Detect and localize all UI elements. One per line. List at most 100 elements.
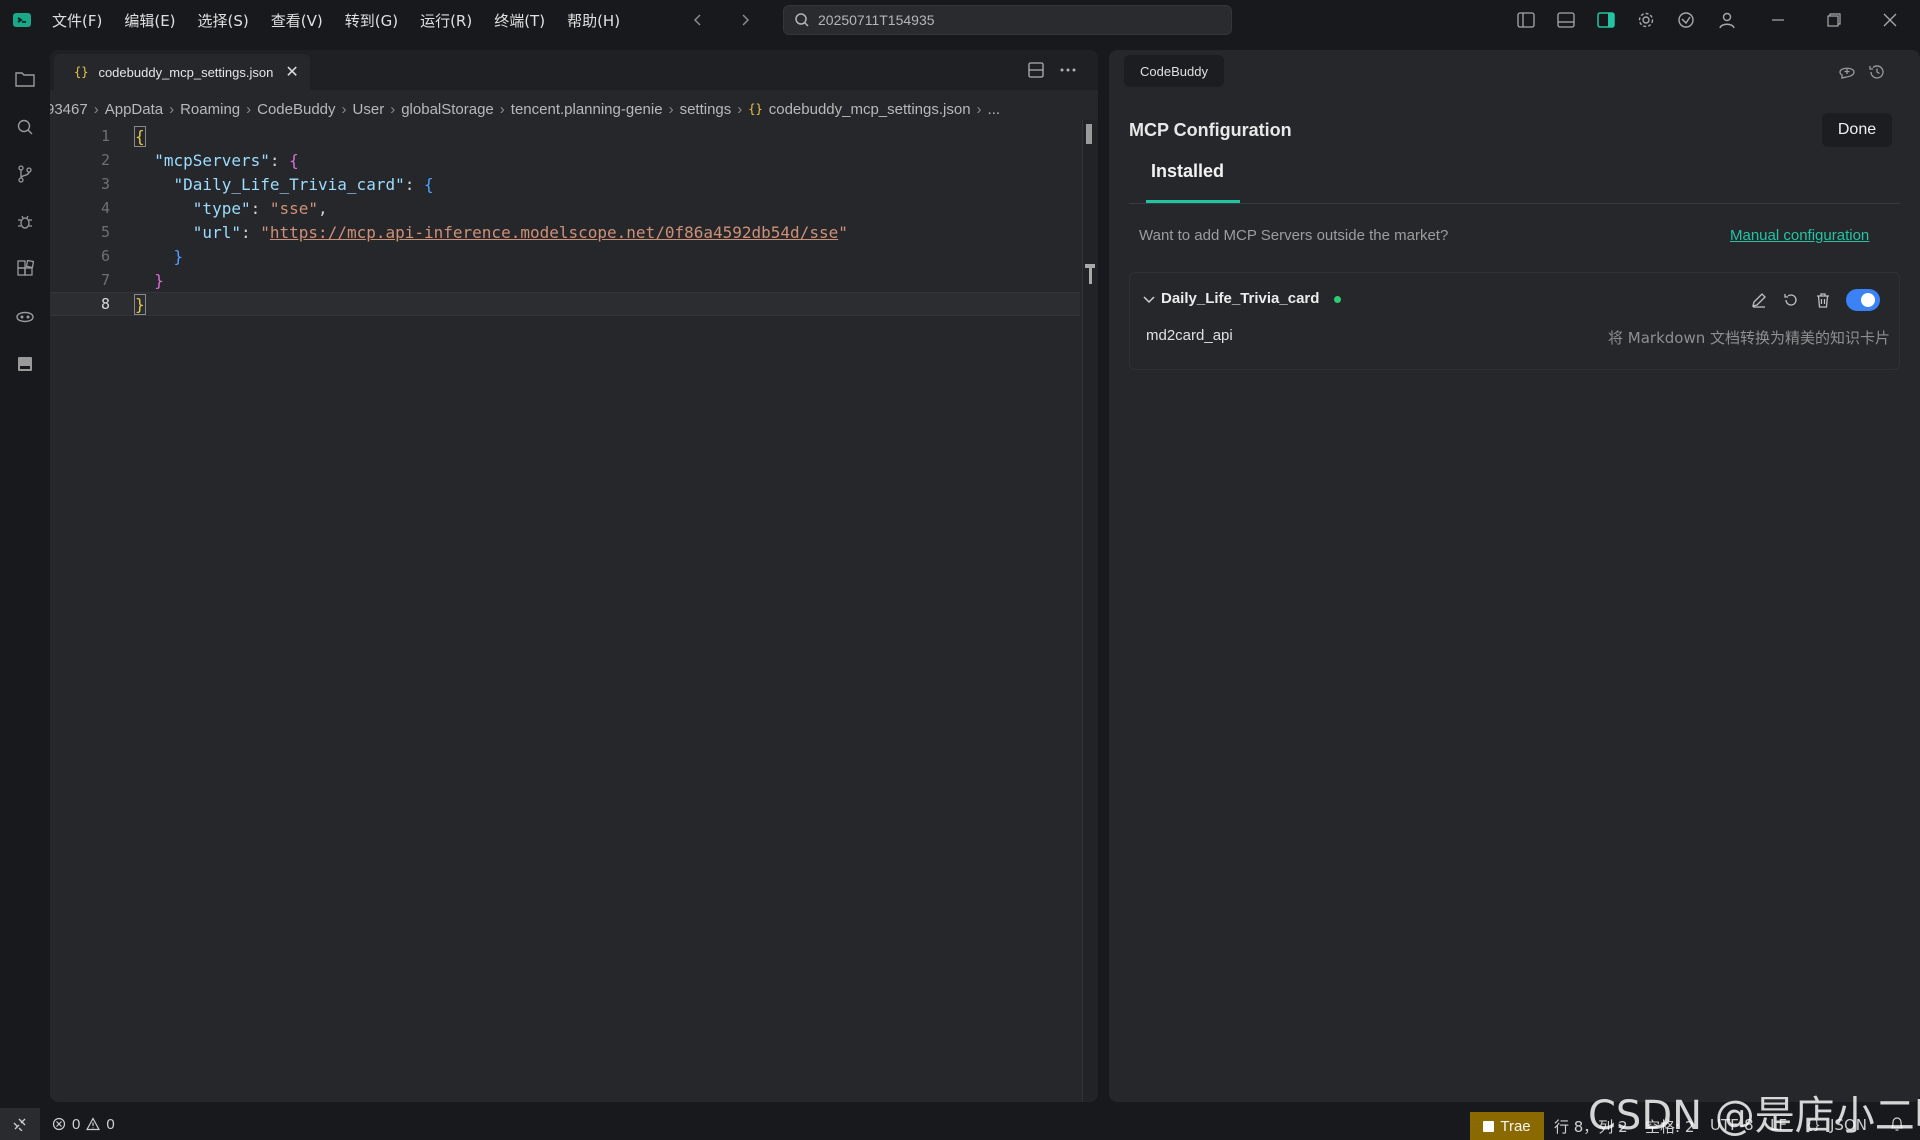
search-icon[interactable] bbox=[13, 115, 37, 139]
error-count: 0 bbox=[72, 1115, 81, 1133]
breadcrumb-item[interactable]: tencent.planning-genie bbox=[511, 101, 663, 118]
json-file-icon: {} bbox=[74, 65, 89, 79]
code-line: 4 "type": "sse", bbox=[50, 196, 1080, 220]
tab-installed[interactable]: Installed bbox=[1151, 161, 1224, 182]
error-icon bbox=[52, 1117, 66, 1131]
toggle-primary-sidebar-icon[interactable] bbox=[1516, 10, 1536, 30]
history-icon[interactable] bbox=[1867, 62, 1887, 82]
extension-shield-icon[interactable] bbox=[1676, 10, 1696, 30]
code-token: " bbox=[260, 222, 270, 242]
editor-tab-bar: {} codebuddy_mcp_settings.json ✕ bbox=[50, 50, 1098, 90]
menu-help[interactable]: 帮助(H) bbox=[567, 10, 620, 31]
terminal-panel-icon[interactable] bbox=[13, 352, 37, 376]
menu-view[interactable]: 查看(V) bbox=[271, 10, 323, 31]
url-link[interactable]: https://mcp.api-inference.modelscope.net… bbox=[270, 223, 838, 242]
extensions-icon[interactable] bbox=[13, 257, 37, 281]
manual-configuration-link[interactable]: Manual configuration bbox=[1730, 227, 1869, 244]
code-token: , bbox=[318, 198, 328, 218]
chevron-down-icon[interactable] bbox=[1142, 293, 1156, 307]
trae-icon bbox=[1483, 1120, 1495, 1132]
source-control-icon[interactable] bbox=[13, 162, 37, 186]
search-text: 20250711T154935 bbox=[818, 12, 935, 28]
menu-terminal[interactable]: 终端(T) bbox=[494, 10, 545, 31]
chevron-right-icon: › bbox=[499, 100, 505, 118]
restore-icon[interactable] bbox=[1824, 10, 1844, 30]
minimize-icon[interactable] bbox=[1768, 10, 1788, 30]
toggle-panel-icon[interactable] bbox=[1556, 10, 1576, 30]
code-token: : bbox=[240, 222, 261, 242]
close-window-icon[interactable] bbox=[1880, 10, 1900, 30]
trae-badge[interactable]: Trae bbox=[1470, 1112, 1544, 1140]
delete-trash-icon[interactable] bbox=[1813, 290, 1833, 310]
debug-icon[interactable] bbox=[13, 210, 37, 234]
code-editor[interactable]: 1 { 2 "mcpServers": { 3 "Daily_Life_Triv… bbox=[50, 124, 1080, 316]
new-chat-icon[interactable] bbox=[1837, 62, 1857, 82]
server-status-dot bbox=[1334, 296, 1341, 303]
line-number: 2 bbox=[100, 151, 110, 169]
chevron-right-icon: › bbox=[737, 100, 743, 118]
code-token: : bbox=[404, 174, 424, 194]
chevron-right-icon: › bbox=[390, 100, 396, 118]
json-key: "mcpServers" bbox=[154, 150, 270, 170]
chevron-right-icon: › bbox=[169, 100, 175, 118]
server-name: Daily_Life_Trivia_card bbox=[1161, 290, 1320, 307]
menu-file[interactable]: 文件(F) bbox=[52, 10, 102, 31]
cursor-marker bbox=[1089, 264, 1092, 284]
problems-indicator[interactable]: 0 0 bbox=[52, 1108, 115, 1140]
remote-connection-icon[interactable] bbox=[0, 1108, 40, 1140]
chevron-right-icon: › bbox=[976, 100, 982, 118]
menu-selection[interactable]: 选择(S) bbox=[198, 10, 249, 31]
json-key: "url" bbox=[192, 222, 241, 242]
trae-label: Trae bbox=[1500, 1117, 1531, 1135]
breadcrumb-item[interactable]: 93467 bbox=[50, 101, 88, 118]
menu-run[interactable]: 运行(R) bbox=[420, 10, 472, 31]
breadcrumb-item[interactable]: globalStorage bbox=[401, 101, 494, 118]
activity-bar bbox=[0, 40, 50, 1108]
close-tab-icon[interactable]: ✕ bbox=[285, 62, 298, 82]
nav-back-icon[interactable] bbox=[688, 10, 708, 30]
done-button[interactable]: Done bbox=[1822, 113, 1892, 147]
breadcrumb-item[interactable]: User bbox=[353, 101, 385, 118]
chevron-right-icon: › bbox=[246, 100, 252, 118]
codebuddy-tab[interactable]: CodeBuddy bbox=[1124, 55, 1224, 87]
warning-icon bbox=[86, 1117, 101, 1131]
breadcrumb-item[interactable]: AppData bbox=[105, 101, 163, 118]
watermark: CSDN @是店小二呀 bbox=[1588, 1093, 1920, 1139]
code-line: 3 "Daily_Life_Trivia_card": { bbox=[50, 172, 1080, 196]
breadcrumb: 93467 › AppData › Roaming › CodeBuddy › User… bbox=[50, 98, 1090, 120]
tab-divider bbox=[1129, 203, 1900, 204]
editor-group: {} codebuddy_mcp_settings.json ✕ 93467 › … bbox=[50, 50, 1098, 1102]
toggle-secondary-sidebar-icon[interactable] bbox=[1596, 10, 1616, 30]
tool-name: md2card_api bbox=[1146, 327, 1233, 344]
refresh-icon[interactable] bbox=[1781, 290, 1801, 310]
settings-gear-icon[interactable] bbox=[1636, 10, 1656, 30]
codebuddy-icon[interactable] bbox=[13, 305, 37, 329]
editor-tab[interactable]: {} codebuddy_mcp_settings.json ✕ bbox=[54, 54, 310, 90]
menu-edit[interactable]: 编辑(E) bbox=[124, 10, 175, 31]
code-line: 2 "mcpServers": { bbox=[50, 148, 1080, 172]
breadcrumb-item[interactable]: settings bbox=[680, 101, 732, 118]
search-icon bbox=[794, 12, 810, 28]
tab-label: codebuddy_mcp_settings.json bbox=[98, 64, 274, 80]
json-key: "Daily_Life_Trivia_card" bbox=[173, 174, 405, 194]
scrollbar-thumb[interactable] bbox=[1086, 124, 1092, 144]
more-actions-icon[interactable] bbox=[1058, 60, 1078, 80]
command-search-input[interactable]: 20250711T154935 bbox=[783, 5, 1232, 35]
code-token: : bbox=[269, 150, 290, 170]
line-number: 4 bbox=[100, 199, 110, 217]
split-editor-icon[interactable] bbox=[1026, 60, 1046, 80]
chevron-right-icon: › bbox=[341, 100, 347, 118]
menu-go[interactable]: 转到(G) bbox=[345, 10, 398, 31]
code-line-current: 8 } bbox=[50, 292, 1080, 316]
chevron-right-icon: › bbox=[93, 100, 99, 118]
nav-forward-icon[interactable] bbox=[735, 10, 755, 30]
account-icon[interactable] bbox=[1717, 10, 1737, 30]
explorer-icon[interactable] bbox=[13, 67, 37, 91]
code-token: } bbox=[134, 293, 146, 315]
edit-pencil-icon[interactable] bbox=[1749, 290, 1769, 310]
breadcrumb-item[interactable]: CodeBuddy bbox=[257, 101, 335, 118]
line-number: 3 bbox=[100, 175, 110, 193]
breadcrumb-item[interactable]: Roaming bbox=[180, 101, 240, 118]
breadcrumb-item[interactable]: codebuddy_mcp_settings.json bbox=[769, 101, 971, 118]
breadcrumb-item[interactable]: ... bbox=[988, 101, 1001, 118]
